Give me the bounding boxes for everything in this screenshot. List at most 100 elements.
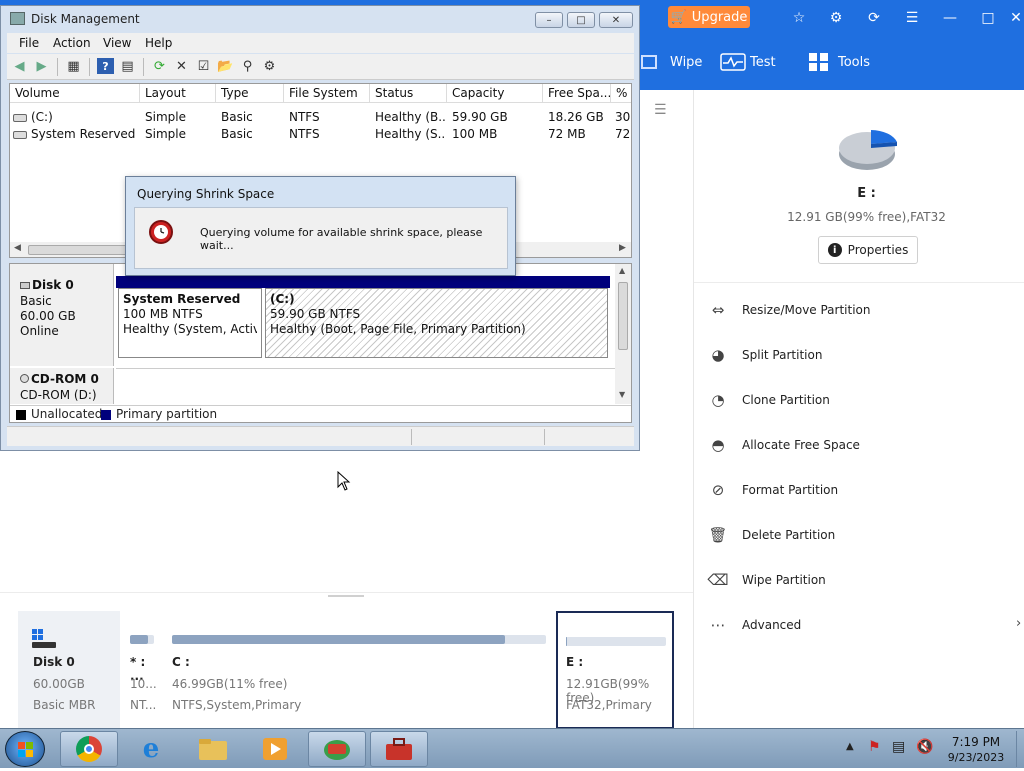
console-tree-icon[interactable]: ▦ [65,58,82,74]
column-header-percent-free[interactable]: % F [611,84,631,103]
menu-action[interactable]: Action [53,36,91,50]
start-button[interactable] [5,731,45,767]
close-icon: ✕ [611,14,621,26]
system-reserved-partition[interactable]: System Reserved 100 MB NTFS Healthy (Sys… [118,288,262,358]
menu-icon[interactable]: ☰ [902,6,922,30]
show-hidden-icons[interactable]: ▲ [846,741,854,752]
column-header-free-space[interactable]: Free Spa... [543,84,611,103]
close-button[interactable]: ✕ [599,12,633,28]
pie-chart-icon [837,124,899,174]
forward-icon[interactable]: ▶ [33,58,50,74]
scroll-thumb[interactable] [618,282,628,350]
tab-wipe[interactable]: Wipe [640,50,702,74]
op-delete[interactable]: 🗑 Delete Partition [708,523,835,547]
taskbar: e ▲ ⚑ ▤ 🔇 7:19 PM 9/23/2023 [0,728,1024,768]
maximize-button[interactable]: □ [567,12,595,28]
dialog-message: Querying volume for available shrink spa… [200,226,483,252]
scroll-thumb[interactable] [28,245,128,255]
minimize-icon[interactable]: — [940,6,960,30]
taskbar-file-explorer[interactable] [184,731,242,767]
close-icon[interactable]: ✕ [1008,6,1024,30]
c-partition[interactable]: (C:) 59.90 GB NTFS Healthy (Boot, Page F… [265,288,608,358]
clock-time[interactable]: 7:19 PM [940,735,1012,749]
trash-icon: 🗑 [708,526,728,544]
disk-0-label[interactable]: Disk 0 Basic 60.00 GB Online [10,264,114,366]
disk-card[interactable]: Disk 0 60.00GB Basic MBR [18,611,120,729]
menu-help[interactable]: Help [145,36,172,50]
refresh-icon[interactable]: ⟳ [151,58,168,74]
taskbar-media-player[interactable] [246,731,304,767]
clock-date[interactable]: 9/23/2023 [940,751,1012,764]
scroll-right-icon[interactable]: ▶ [619,243,626,253]
menu-file[interactable]: File [19,36,39,50]
disk-name: Disk 0 [33,655,75,669]
back-icon[interactable]: ◀ [11,58,28,74]
network-icon[interactable]: ▤ [892,739,905,755]
op-allocate[interactable]: ◓ Allocate Free Space [708,433,859,457]
op-format[interactable]: ⊘ Format Partition [708,478,838,502]
column-header-volume[interactable]: Volume [10,84,140,103]
split-icon: ◕ [711,346,725,364]
taskbar-chrome[interactable] [60,731,118,767]
more-icon: ⋯ [710,616,726,634]
divider [694,282,1024,283]
op-split[interactable]: ◕ Split Partition [708,343,822,367]
maximize-icon[interactable]: □ [978,6,998,30]
scroll-left-icon[interactable]: ◀ [14,243,21,253]
cd-rom-icon [20,374,29,383]
star-icon[interactable]: ☆ [789,6,809,30]
op-clone[interactable]: ◔ Clone Partition [708,388,829,412]
search-icon[interactable]: ⚲ [239,58,256,74]
vertical-scrollbar[interactable]: ▲ ▼ [615,264,631,404]
op-resize-move[interactable]: ⇔ Resize/Move Partition [708,298,871,322]
column-header-type[interactable]: Type [216,84,284,103]
disk-icon [32,629,58,652]
resize-handle[interactable] [328,595,364,597]
disk-map: Disk 0 60.00GB Basic MBR * : ... 10... N… [0,592,693,729]
properties-button[interactable]: i Properties [818,236,918,264]
partition-card-reserved[interactable]: * : ... 10... NT... [122,611,162,729]
maximize-icon: □ [576,14,586,26]
allocate-icon: ◓ [711,436,725,454]
internet-explorer-icon: e [142,734,160,764]
selected-partition-name: E : [857,186,876,201]
column-header-capacity[interactable]: Capacity [447,84,543,103]
status-bar [7,426,634,446]
column-header-layout[interactable]: Layout [140,84,216,103]
mouse-cursor-icon [337,470,351,491]
partition-card-c[interactable]: C : 46.99GB(11% free) NTFS,System,Primar… [164,611,554,729]
show-desktop-button[interactable] [1016,731,1024,767]
scroll-up-icon[interactable]: ▲ [619,266,625,275]
chevron-right-icon[interactable]: › [1016,616,1021,631]
unallocated-swatch [16,410,26,420]
partition-card-e[interactable]: E : 12.91GB(99% free) FAT32,Primary [556,611,674,729]
volume-muted-icon[interactable]: 🔇 [916,739,933,755]
column-header-file-system[interactable]: File System [284,84,370,103]
taskbar-toolbox[interactable] [370,731,428,767]
list-view-icon[interactable]: ☰ [654,102,667,118]
column-header-status[interactable]: Status [370,84,447,103]
upgrade-button[interactable]: 🛒 Upgrade [668,6,750,28]
op-advanced[interactable]: ⋯ Advanced [708,613,802,637]
help-icon[interactable]: ? [97,58,114,74]
minimize-button[interactable]: – [535,12,563,28]
refresh-icon[interactable]: ⟳ [864,6,884,30]
partition-tool-icon [324,740,350,760]
settings-icon[interactable]: ⚙ [261,58,278,74]
properties-pane-icon[interactable]: ▤ [119,58,136,74]
primary-partition-swatch [101,410,111,420]
tab-tools[interactable]: Tools [808,50,870,74]
op-wipe[interactable]: ⌫ Wipe Partition [707,568,825,592]
taskbar-partition-tool[interactable] [308,731,366,767]
checklist-icon[interactable]: ☑ [195,58,212,74]
tab-test[interactable]: Test [720,50,776,74]
delete-icon[interactable]: ✕ [173,58,190,74]
key-icon[interactable]: ⚙ [826,6,846,30]
menu-view[interactable]: View [103,36,131,50]
open-folder-icon[interactable]: 📂 [217,58,234,74]
cd-rom-0-label[interactable]: CD-ROM 0 CD-ROM (D:) [10,368,114,404]
scroll-down-icon[interactable]: ▼ [619,390,625,399]
action-center-icon[interactable]: ⚑ [868,739,881,755]
dialog-title: Querying Shrink Space [137,187,275,201]
taskbar-internet-explorer[interactable]: e [122,731,180,767]
